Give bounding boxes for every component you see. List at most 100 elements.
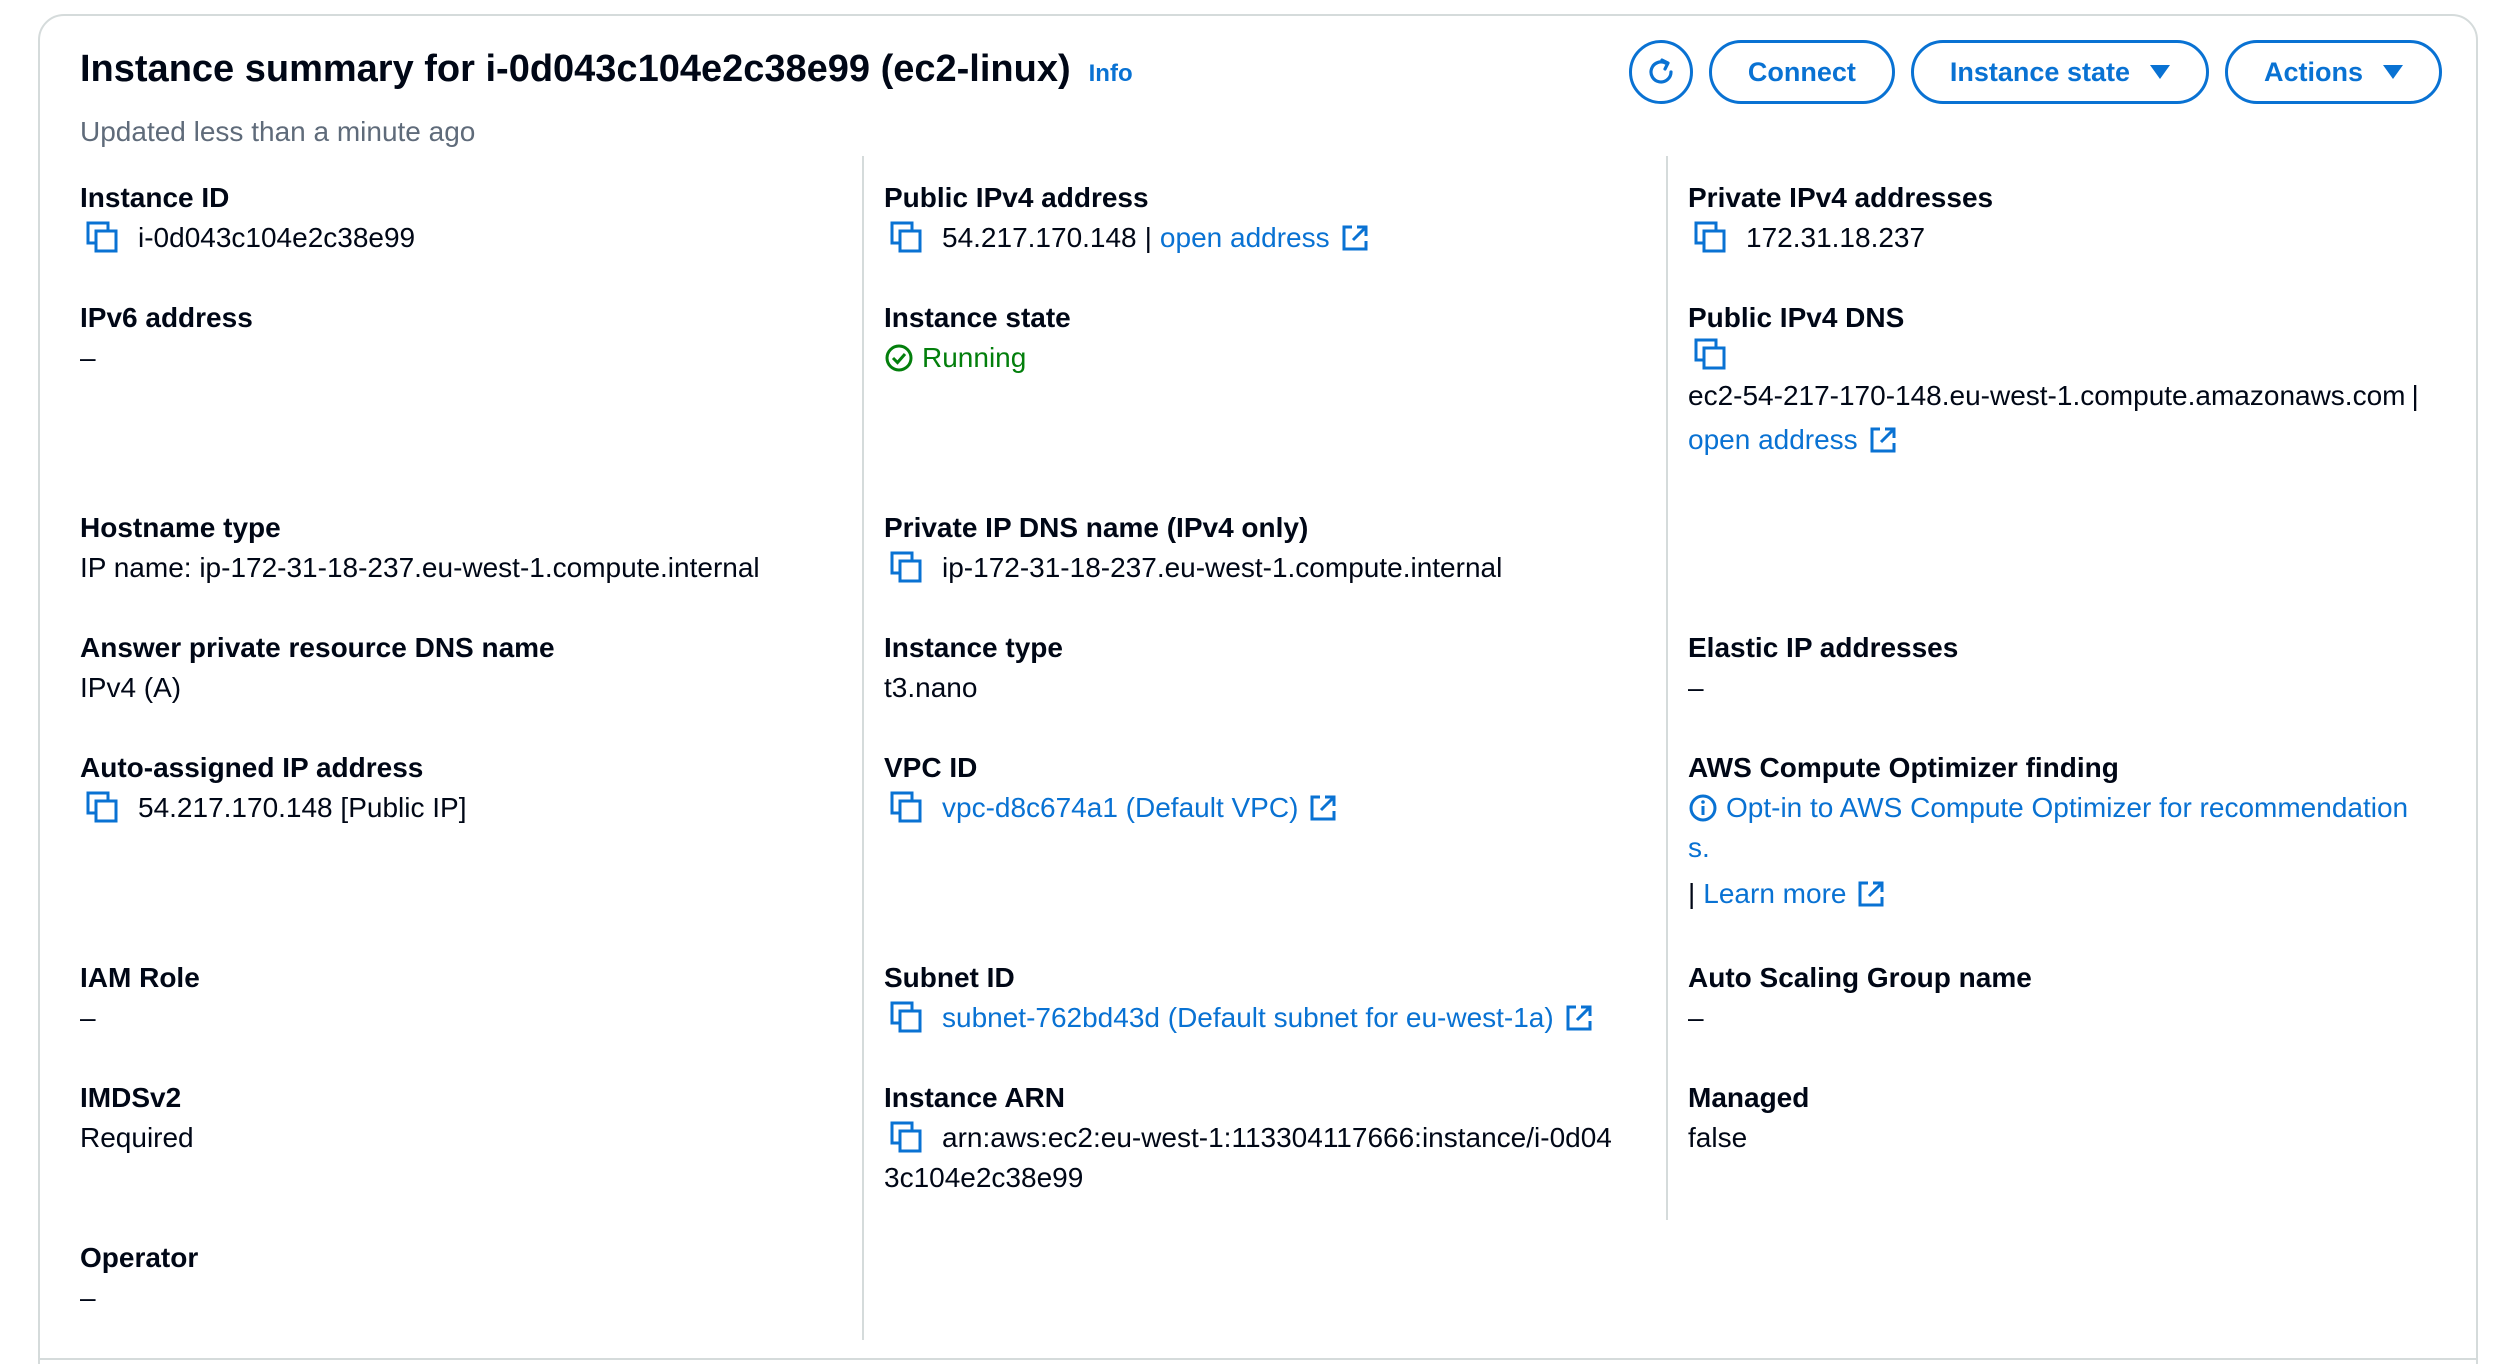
field-vpc-id: VPC ID vpc-d8c674a1 (Default VPC) xyxy=(884,748,1664,828)
field-public-ipv4-dns: Public IPv4 DNS ec2-54-217-170-148.eu-we… xyxy=(1688,298,2468,460)
field-managed: Managed false xyxy=(1688,1078,2468,1158)
field-auto-assigned-ip: Auto-assigned IP address 54.217.170.148 … xyxy=(80,748,860,828)
field-value: i-0d043c104e2c38e99 xyxy=(80,218,860,258)
vpc-id-link[interactable]: vpc-d8c674a1 (Default VPC) xyxy=(942,788,1298,828)
field-value: | Learn more xyxy=(1688,874,2468,914)
field-value: 54.217.170.148 | open address xyxy=(884,218,1664,258)
field-auto-scaling-group: Auto Scaling Group name – xyxy=(1688,958,2468,1038)
field-label: Hostname type xyxy=(80,512,281,543)
field-private-ipv4: Private IPv4 addresses 172.31.18.237 xyxy=(1688,178,2468,258)
open-address-link[interactable]: open address xyxy=(1160,218,1330,258)
caret-down-icon xyxy=(2149,65,2170,79)
answer-dns-value: IPv4 (A) xyxy=(80,672,182,703)
copy-icon[interactable] xyxy=(890,551,924,585)
refresh-icon xyxy=(1649,58,1673,84)
field-label: Elastic IP addresses xyxy=(1688,632,1959,663)
open-address-link[interactable]: open address xyxy=(1688,420,1858,460)
field-hostname-type: Hostname type IP name: ip-172-31-18-237.… xyxy=(80,508,860,588)
external-link-icon xyxy=(1856,879,1886,909)
field-value: arn:aws:ec2:eu-west-1:113304117666:insta… xyxy=(884,1118,1664,1158)
copy-icon[interactable] xyxy=(890,221,924,255)
caret-down-icon xyxy=(2383,65,2403,79)
field-value: 54.217.170.148 [Public IP] xyxy=(80,788,860,828)
field-value: Opt-in to AWS Compute Optimizer for reco… xyxy=(1688,788,2468,828)
hostname-type-value: IP name: ip-172-31-18-237.eu-west-1.comp… xyxy=(80,552,760,583)
check-circle-icon xyxy=(884,343,914,373)
field-label: VPC ID xyxy=(884,752,978,783)
optimizer-opt-in-link[interactable]: Opt-in to AWS Compute Optimizer for reco… xyxy=(1726,788,2408,828)
field-value: Running xyxy=(884,338,1664,378)
field-elastic-ip: Elastic IP addresses – xyxy=(1688,628,2468,708)
copy-icon[interactable] xyxy=(1694,338,1728,372)
updated-timestamp: Updated less than a minute ago xyxy=(80,116,476,147)
header-actions: Connect Instance state Actions xyxy=(1628,40,2442,104)
copy-icon[interactable] xyxy=(890,1001,924,1035)
external-link-icon xyxy=(1564,1003,1594,1033)
field-label: Private IP DNS name (IPv4 only) xyxy=(884,512,1309,543)
info-circle-icon xyxy=(1688,793,1718,823)
field-instance-type: Instance type t3.nano xyxy=(884,628,1664,708)
connect-button-label: Connect xyxy=(1747,56,1856,87)
field-label: Public IPv4 address xyxy=(884,182,1149,213)
info-link[interactable]: Info xyxy=(1089,60,1133,88)
refresh-button[interactable] xyxy=(1628,40,1693,104)
copy-icon[interactable] xyxy=(890,791,924,825)
public-dns-value: ec2-54-217-170-148.eu-west-1.compute.ama… xyxy=(1688,380,2406,411)
separator: | xyxy=(2411,380,2419,411)
field-value: 172.31.18.237 xyxy=(1688,218,2468,258)
summary-header: Instance summary for i-0d043c104e2c38e99… xyxy=(80,48,1133,108)
subnet-id-link[interactable]: subnet-762bd43d (Default subnet for eu-w… xyxy=(942,998,1554,1038)
column-divider xyxy=(862,156,864,1340)
field-label: Instance ID xyxy=(80,182,230,213)
copy-icon[interactable] xyxy=(1694,221,1728,255)
copy-icon[interactable] xyxy=(86,221,120,255)
external-link-icon xyxy=(1340,223,1370,253)
asg-value: – xyxy=(1688,1002,1704,1033)
instance-state-dropdown[interactable]: Instance state xyxy=(1910,40,2209,104)
instance-state-status: Running xyxy=(922,342,1027,373)
field-subnet-id: Subnet ID subnet-762bd43d (Default subne… xyxy=(884,958,1664,1038)
field-label: IPv6 address xyxy=(80,302,253,333)
separator: | xyxy=(1144,222,1152,253)
iam-role-value: – xyxy=(80,1002,96,1033)
field-label: Instance type xyxy=(884,632,1063,663)
external-link-icon xyxy=(1868,425,1898,455)
elastic-ip-value: – xyxy=(1688,672,1704,703)
field-ipv6: IPv6 address – xyxy=(80,298,860,378)
field-value xyxy=(1688,338,2468,372)
field-answer-dns: Answer private resource DNS name IPv4 (A… xyxy=(80,628,860,708)
connect-button[interactable]: Connect xyxy=(1708,40,1895,104)
field-label: Public IPv4 DNS xyxy=(1688,302,1905,333)
section-divider xyxy=(38,1358,2478,1360)
field-private-ip-dns: Private IP DNS name (IPv4 only) ip-172-3… xyxy=(884,508,1664,588)
field-operator: Operator – xyxy=(80,1238,860,1318)
auto-ip-value: 54.217.170.148 [Public IP] xyxy=(138,792,467,823)
field-label: Answer private resource DNS name xyxy=(80,632,555,663)
actions-dropdown[interactable]: Actions xyxy=(2224,40,2442,104)
field-label: Subnet ID xyxy=(884,962,1015,993)
instance-state-button-label: Instance state xyxy=(1949,56,2130,87)
imdsv2-value: Required xyxy=(80,1122,194,1153)
field-public-ipv4: Public IPv4 address 54.217.170.148 | ope… xyxy=(884,178,1664,258)
field-value: ip-172-31-18-237.eu-west-1.compute.inter… xyxy=(884,548,1664,588)
field-label: IMDSv2 xyxy=(80,1082,182,1113)
actions-button-label: Actions xyxy=(2263,56,2363,87)
instance-arn-value-continued: 3c104e2c38e99 xyxy=(884,1162,1084,1193)
learn-more-link[interactable]: Learn more xyxy=(1703,874,1846,914)
field-instance-arn: Instance ARN arn:aws:ec2:eu-west-1:11330… xyxy=(884,1078,1664,1198)
external-link-icon xyxy=(1308,793,1338,823)
public-ipv4-value: 54.217.170.148 xyxy=(942,222,1137,253)
private-ipv4-value: 172.31.18.237 xyxy=(1746,222,1926,253)
field-label: AWS Compute Optimizer finding xyxy=(1688,752,2119,783)
field-iam-role: IAM Role – xyxy=(80,958,860,1038)
field-label: Auto Scaling Group name xyxy=(1688,962,2032,993)
field-label: Private IPv4 addresses xyxy=(1688,182,1994,213)
copy-icon[interactable] xyxy=(86,791,120,825)
optimizer-opt-in-link-continued[interactable]: s. xyxy=(1688,828,2468,868)
instance-arn-value: arn:aws:ec2:eu-west-1:113304117666:insta… xyxy=(942,1122,1612,1153)
column-divider xyxy=(1666,156,1668,1220)
field-compute-optimizer: AWS Compute Optimizer finding Opt-in to … xyxy=(1688,748,2468,914)
copy-icon[interactable] xyxy=(890,1121,924,1155)
field-label: Auto-assigned IP address xyxy=(80,752,424,783)
private-dns-value: ip-172-31-18-237.eu-west-1.compute.inter… xyxy=(942,552,1503,583)
